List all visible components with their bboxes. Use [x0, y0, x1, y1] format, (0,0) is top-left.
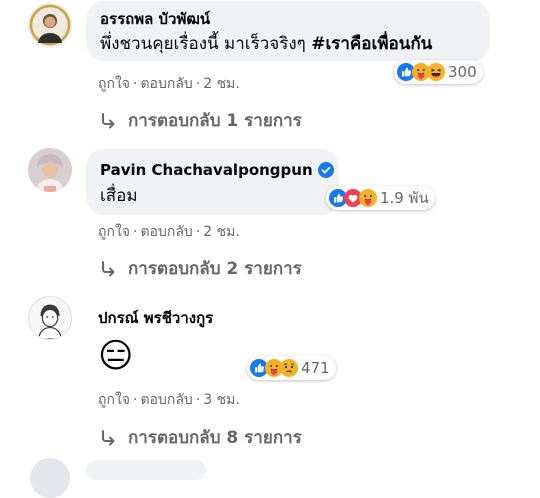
next-comment-bubble [86, 460, 206, 480]
reaction-summary[interactable]: 471 [247, 356, 336, 380]
comment-text: พึ่งชวนคุยเรื่องนี้ มาเร็วจริงๆ #เราคือเ… [100, 33, 432, 55]
comment-emoji: 😑 [98, 336, 134, 376]
comment-author[interactable]: Pavin Chachavalpongpun [100, 160, 334, 180]
comment-actions: ถูกใจ · ตอบกลับ · 2 ชม. [98, 223, 240, 241]
separator: · [195, 224, 201, 240]
reaction-summary[interactable]: 1.9 พัน [326, 186, 435, 210]
separator: · [133, 392, 138, 408]
reaction-count: 471 [301, 359, 330, 377]
replies-label: การตอบกลับ 1 รายการ [128, 111, 302, 131]
timestamp[interactable]: 3 ชม. [203, 392, 240, 408]
haha-icon [427, 63, 445, 81]
next-comment-avatar[interactable] [30, 458, 70, 498]
hashtag-link[interactable]: #เราคือเพื่อนกัน [311, 34, 432, 54]
separator: · [133, 76, 138, 92]
like-link[interactable]: ถูกใจ [98, 392, 130, 408]
comment-text: เสื่อม [100, 186, 138, 206]
reply-arrow-icon [98, 259, 118, 279]
replies-label: การตอบกลับ 8 รายการ [128, 428, 302, 448]
timestamp[interactable]: 2 ชม. [203, 76, 240, 92]
separator: · [195, 76, 201, 92]
verified-badge-icon [317, 162, 334, 178]
view-replies-button[interactable]: การตอบกลับ 2 รายการ [98, 255, 302, 282]
replies-label: การตอบกลับ 2 รายการ [128, 259, 302, 279]
comment-author[interactable]: อรรถพล บัวพัฒน์ [100, 9, 210, 29]
avatar[interactable] [28, 296, 72, 340]
separator: · [195, 392, 201, 408]
view-replies-button[interactable]: การตอบกลับ 8 รายการ [98, 424, 302, 451]
comment-body: พึ่งชวนคุยเรื่องนี้ มาเร็วจริงๆ [100, 34, 312, 54]
reply-link[interactable]: ตอบกลับ [140, 224, 192, 240]
comment-bubble: Pavin Chachavalpongpun เสื่อม [86, 149, 339, 215]
reply-link[interactable]: ตอบกลับ [140, 392, 192, 408]
like-link[interactable]: ถูกใจ [98, 76, 130, 92]
comment-author[interactable]: ปกรณ์ พรชีวางกูร [98, 308, 213, 328]
reply-arrow-icon [98, 111, 118, 131]
reply-arrow-icon [98, 428, 118, 448]
avatar[interactable] [28, 148, 72, 192]
reaction-count: 300 [448, 63, 477, 81]
like-link[interactable]: ถูกใจ [98, 224, 130, 240]
reply-link[interactable]: ตอบกลับ [140, 76, 192, 92]
reaction-count: 1.9 พัน [380, 189, 429, 207]
comment-bubble: อรรถพล บัวพัฒน์ พึ่งชวนคุยเรื่องนี้ มาเร… [86, 1, 490, 61]
sad-icon [280, 359, 298, 377]
reaction-summary[interactable]: 300 [394, 60, 483, 84]
comment-actions: ถูกใจ · ตอบกลับ · 2 ชม. [98, 75, 240, 93]
separator: · [133, 224, 138, 240]
view-replies-button[interactable]: การตอบกลับ 1 รายการ [98, 107, 302, 134]
avatar[interactable] [28, 3, 72, 47]
care-icon [359, 189, 377, 207]
comment-actions: ถูกใจ · ตอบกลับ · 3 ชม. [98, 391, 240, 409]
timestamp[interactable]: 2 ชม. [203, 224, 240, 240]
author-name: Pavin Chachavalpongpun [100, 161, 313, 179]
